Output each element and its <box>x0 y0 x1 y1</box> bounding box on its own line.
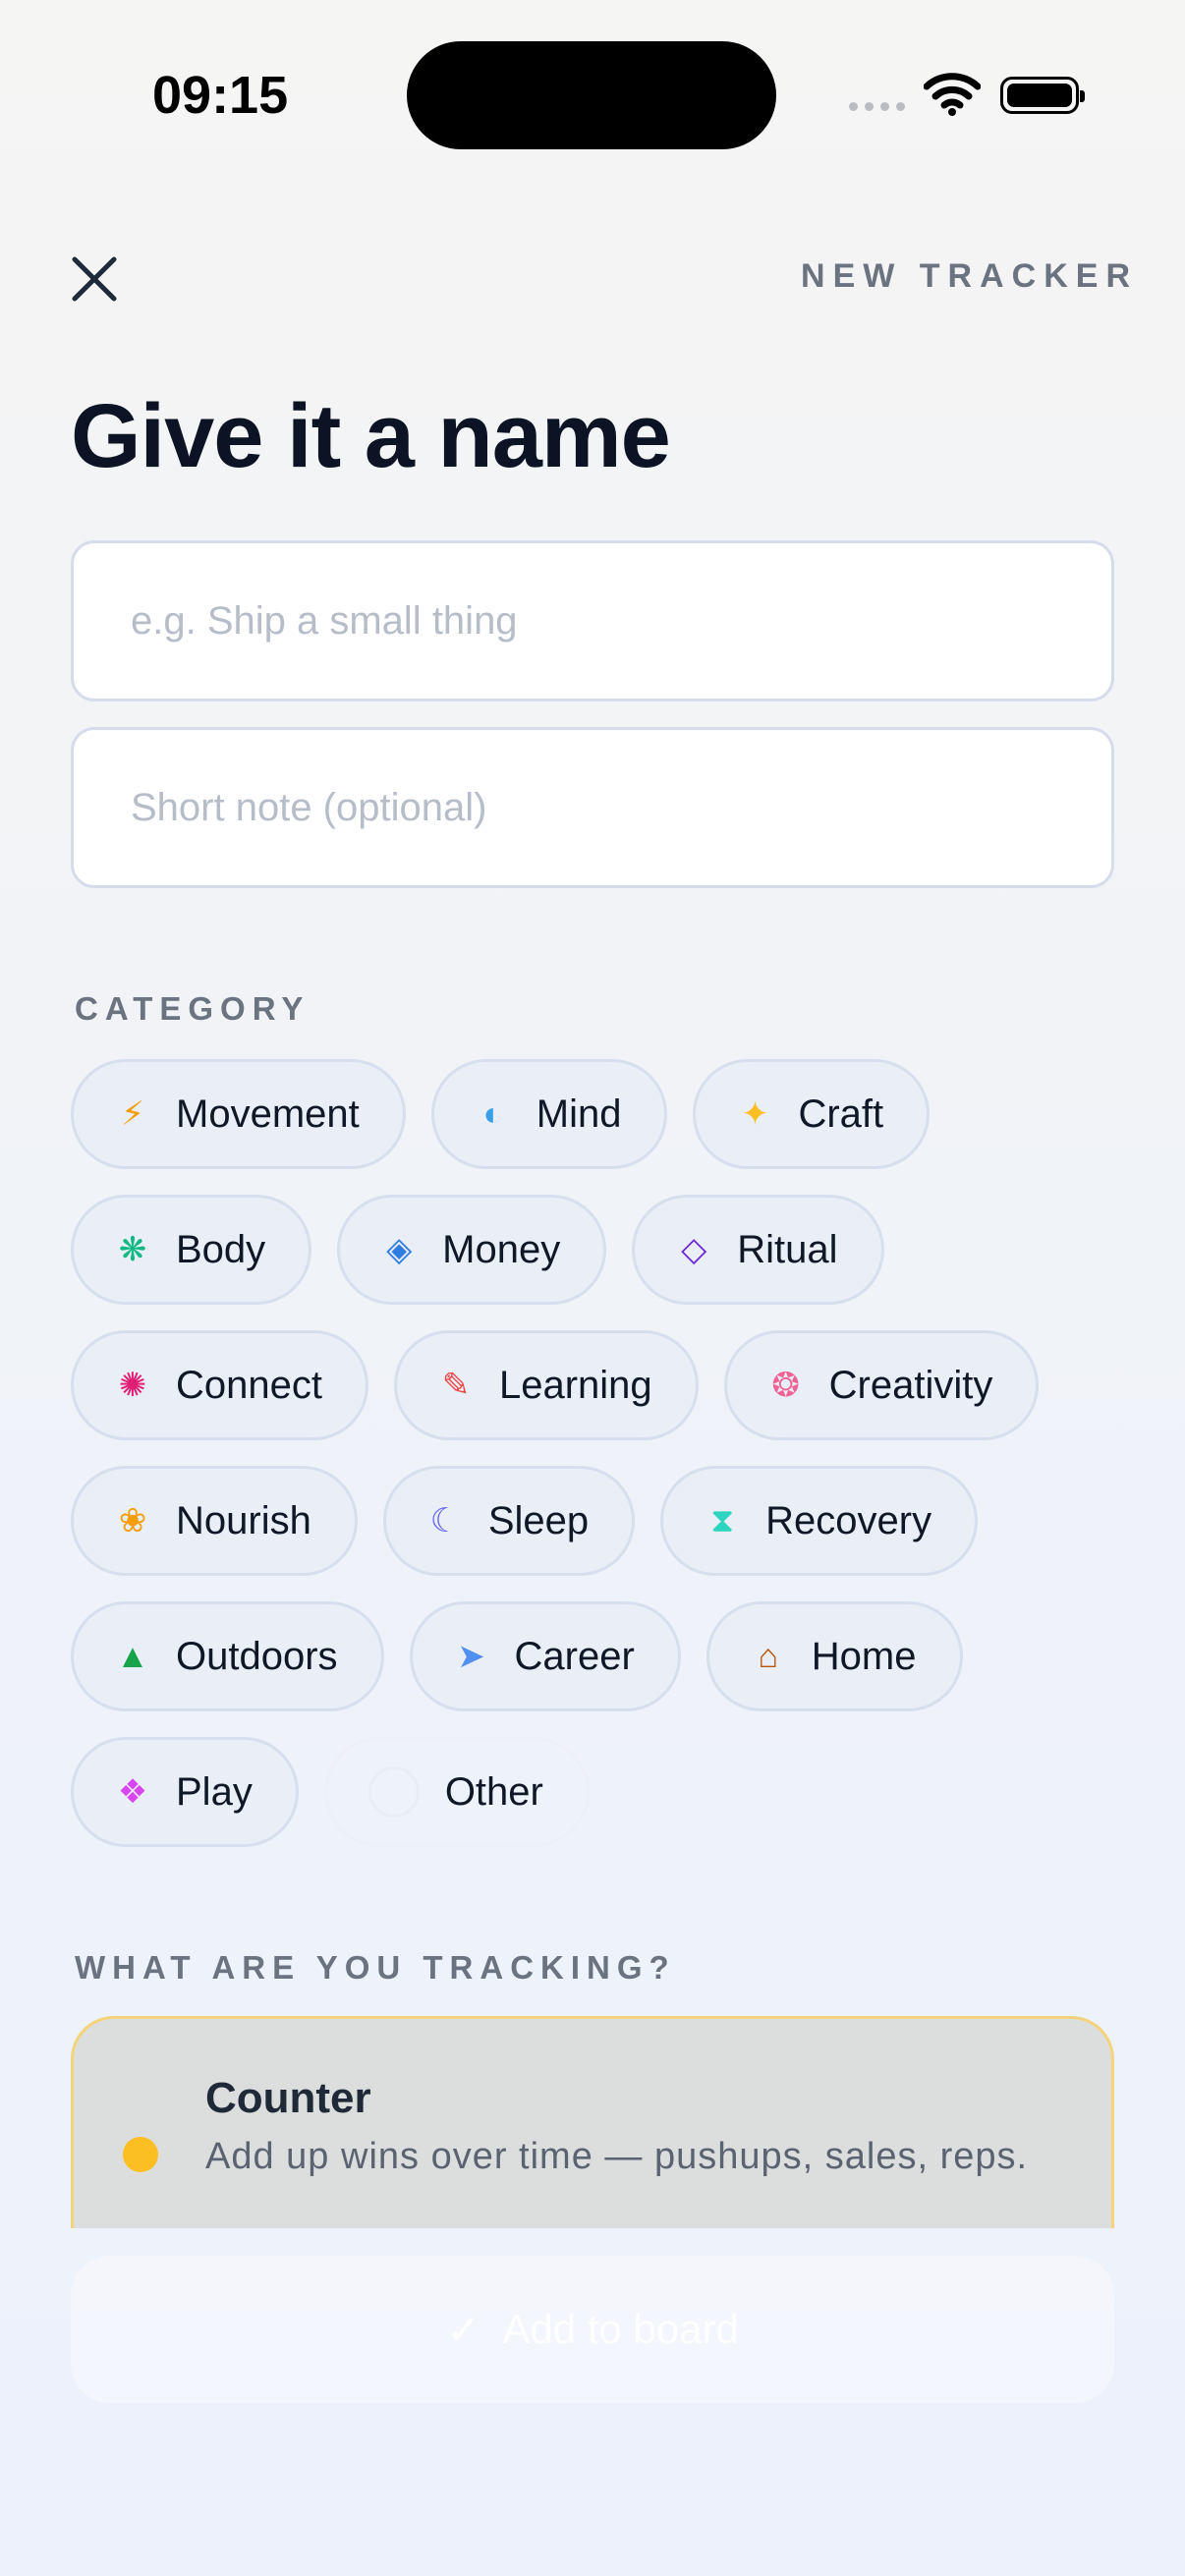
asterisk-icon: ❋ <box>118 1231 147 1268</box>
category-chip-movement[interactable]: ⚡ Movement <box>71 1059 406 1169</box>
category-chip-craft[interactable]: ✦ Craft <box>693 1059 931 1169</box>
category-chip-other[interactable]: Other <box>323 1737 590 1847</box>
chip-row: ❖ Play Other <box>71 1737 1132 1847</box>
category-chip-label: Learning <box>498 1363 652 1407</box>
wifi-icon <box>924 73 981 116</box>
category-section-label: CATEGORY <box>75 990 310 1027</box>
diamond-icon: ◈ <box>386 1231 413 1268</box>
tracker-note-input[interactable] <box>71 727 1114 888</box>
category-chip-label: Mind <box>536 1092 622 1136</box>
tracking-section-label: WHAT ARE YOU TRACKING? <box>75 1949 676 1986</box>
burst-icon: ✺ <box>118 1367 147 1404</box>
cellular-signal-icon <box>849 102 905 111</box>
circle-icon <box>367 1766 420 1818</box>
category-chip-creativity[interactable]: ❂ Creativity <box>723 1330 1040 1440</box>
tracker-type-title: Counter <box>205 2074 371 2122</box>
category-chip-label: Ritual <box>737 1227 838 1271</box>
chip-row: ✺ Connect ✎ Learning ❂ Creativity <box>71 1330 1132 1440</box>
category-chip-connect[interactable]: ✺ Connect <box>71 1330 368 1440</box>
page-title: Give it a name <box>71 386 671 486</box>
hourglass-icon: ⧗ <box>710 1502 735 1540</box>
category-chip-career[interactable]: ➤ Career <box>409 1601 681 1711</box>
half-circle-icon: ◐ <box>482 1095 504 1133</box>
new-tracker-eyebrow: NEW TRACKER <box>801 257 1138 295</box>
triangle-icon: ▲ <box>116 1638 149 1675</box>
category-chip-body[interactable]: ❋ Body <box>71 1195 312 1305</box>
chip-row: ❀ Nourish ☾ Sleep ⧗ Recovery <box>71 1466 1132 1576</box>
category-chip-label: Play <box>176 1769 253 1814</box>
diamond-outline-icon: ◇ <box>681 1231 707 1268</box>
add-to-board-button[interactable]: ✓ Add to board <box>71 2256 1114 2403</box>
category-chip-label: Money <box>442 1227 561 1271</box>
category-chip-label: Career <box>514 1634 635 1678</box>
category-chip-label: Other <box>444 1769 543 1814</box>
category-chip-label: Home <box>811 1634 917 1678</box>
category-chip-label: Nourish <box>176 1498 311 1542</box>
arrow-icon: ➤ <box>457 1638 485 1675</box>
chip-row: ▲ Outdoors ➤ Career ⌂ Home <box>71 1601 1132 1711</box>
add-to-board-label: Add to board <box>502 2306 739 2352</box>
chip-row: ⚡ Movement ◐ Mind ✦ Craft <box>71 1059 1132 1169</box>
category-chip-label: Sleep <box>487 1498 590 1542</box>
category-chip-mind[interactable]: ◐ Mind <box>430 1059 668 1169</box>
house-icon: ⌂ <box>758 1638 779 1675</box>
category-chip-nourish[interactable]: ❀ Nourish <box>71 1466 358 1576</box>
dynamic-island <box>407 41 776 149</box>
sparkle-icon: ✦ <box>741 1095 769 1133</box>
category-chip-label: Connect <box>176 1363 322 1407</box>
chip-row: ❋ Body ◈ Money ◇ Ritual <box>71 1195 1132 1305</box>
category-chip-outdoors[interactable]: ▲ Outdoors <box>71 1601 384 1711</box>
moon-icon: ☾ <box>429 1502 461 1540</box>
category-chip-label: Recovery <box>765 1498 932 1542</box>
category-chip-money[interactable]: ◈ Money <box>337 1195 607 1305</box>
tracker-type-description: Add up wins over time — pushups, sales, … <box>205 2136 1029 2177</box>
pencil-icon: ✎ <box>441 1367 471 1404</box>
play-diamond-icon: ❖ <box>117 1773 148 1811</box>
category-chip-ritual[interactable]: ◇ Ritual <box>632 1195 884 1305</box>
category-chip-play[interactable]: ❖ Play <box>71 1737 299 1847</box>
counter-dot-icon <box>123 2137 158 2172</box>
flower-ring-icon: ❂ <box>771 1367 800 1404</box>
category-chip-label: Craft <box>798 1092 884 1136</box>
category-chip-sleep[interactable]: ☾ Sleep <box>382 1466 636 1576</box>
check-icon: ✓ <box>446 2306 481 2353</box>
category-chip-label: Outdoors <box>176 1634 338 1678</box>
close-icon[interactable] <box>67 252 122 307</box>
category-chips: ⚡ Movement ◐ Mind ✦ Craft ❋ Body ◈ Money ◇ Ritual ✺ C… <box>71 1059 1132 1873</box>
category-chip-learning[interactable]: ✎ Learning <box>393 1330 699 1440</box>
category-chip-recovery[interactable]: ⧗ Recovery <box>660 1466 979 1576</box>
category-chip-home[interactable]: ⌂ Home <box>705 1601 963 1711</box>
tracker-type-card-counter[interactable]: Counter Add up wins over time — pushups,… <box>71 2016 1114 2230</box>
category-chip-label: Movement <box>176 1092 360 1136</box>
tracker-name-input[interactable] <box>71 540 1114 701</box>
category-chip-label: Creativity <box>828 1363 993 1407</box>
lightning-icon: ⚡ <box>121 1095 144 1133</box>
flower-icon: ❀ <box>118 1502 147 1540</box>
category-chip-label: Body <box>176 1227 266 1271</box>
battery-icon <box>1000 77 1085 114</box>
status-time: 09:15 <box>152 66 289 125</box>
